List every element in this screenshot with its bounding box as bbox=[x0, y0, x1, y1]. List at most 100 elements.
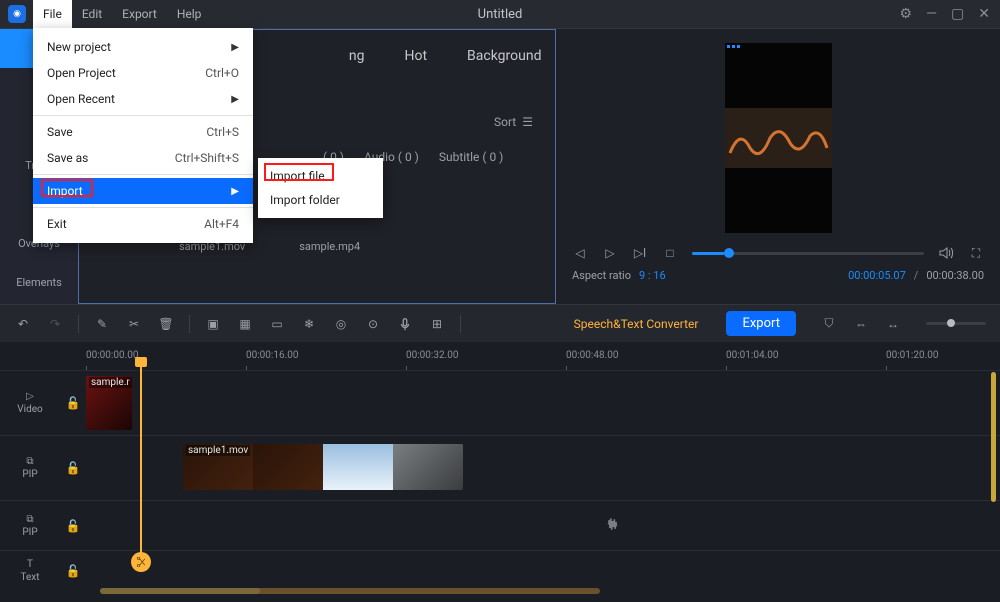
aspect-row: Aspect ratio 9 : 16 00:00:05.07 / 00:00:… bbox=[556, 267, 1000, 284]
shortcut: Ctrl+S bbox=[206, 125, 239, 139]
fit-icon[interactable]: ↔ bbox=[884, 315, 902, 333]
track-content[interactable]: sample1.mov bbox=[86, 436, 1000, 500]
clip-label: sample.r bbox=[89, 377, 132, 388]
redo-icon[interactable]: ↷ bbox=[46, 315, 64, 333]
clip-pip[interactable]: sample1.mov bbox=[183, 444, 463, 490]
track-pip1: ⧉ PIP 🔓 sample1.mov bbox=[0, 435, 1000, 500]
settings-icon[interactable]: ⚙ bbox=[900, 6, 913, 22]
next-frame-icon[interactable]: ▷l bbox=[632, 245, 648, 261]
list-icon: ☰ bbox=[522, 115, 533, 129]
fullscreen-icon[interactable]: ⛶ bbox=[968, 245, 984, 261]
cut-scissors-icon[interactable]: ✂ bbox=[125, 315, 143, 333]
menu-help[interactable]: Help bbox=[167, 0, 212, 28]
separator bbox=[460, 315, 461, 333]
maximize-icon[interactable]: ▢ bbox=[951, 6, 964, 22]
separator bbox=[33, 207, 253, 208]
ruler-tick: 00:00:32.00 bbox=[406, 350, 458, 361]
track-video-label: ▷ Video bbox=[0, 391, 60, 415]
zoom-slider[interactable] bbox=[926, 322, 986, 325]
submenu-import-folder[interactable]: Import folder bbox=[258, 188, 383, 212]
time-ruler[interactable]: 00:00:00.00 00:00:16.00 00:00:32.00 00:0… bbox=[86, 342, 1000, 370]
menu-save-as[interactable]: Save as Ctrl+Shift+S bbox=[33, 145, 253, 171]
timeline-h-scrollbar[interactable] bbox=[100, 588, 600, 594]
mosaic-icon[interactable]: ▦ bbox=[236, 315, 254, 333]
prev-frame-icon[interactable]: ◁ bbox=[572, 245, 588, 261]
menu-export[interactable]: Export bbox=[112, 0, 167, 28]
play-icon[interactable]: ▷ bbox=[602, 245, 618, 261]
menu-import[interactable]: Import▶ bbox=[33, 178, 253, 204]
undo-icon[interactable]: ↶ bbox=[14, 315, 32, 333]
separator bbox=[78, 315, 79, 333]
play-controls: ◁ ▷ ▷l □ ⛶ bbox=[556, 233, 1000, 267]
ruler-tick: 00:00:00.00 bbox=[86, 350, 138, 361]
menu-edit[interactable]: Edit bbox=[72, 0, 112, 28]
close-icon[interactable]: ✕ bbox=[978, 6, 990, 22]
ruler-tick: 00:01:20.00 bbox=[886, 350, 938, 361]
zoom-icon[interactable]: ⊞ bbox=[428, 315, 446, 333]
split-icon[interactable]: ▭ bbox=[268, 315, 286, 333]
track-pip2-label: ⧉ PIP bbox=[0, 514, 60, 538]
file-dropdown: New project▶ Open ProjectCtrl+O Open Rec… bbox=[33, 28, 253, 243]
media-file-sample[interactable]: sample.mp4 bbox=[299, 240, 360, 253]
menu-file[interactable]: File bbox=[33, 0, 72, 28]
submenu-import-file[interactable]: Import file bbox=[258, 164, 383, 188]
menu-new-project[interactable]: New project▶ bbox=[33, 34, 253, 60]
edit-toolbar: ↶ ↷ ✎ ✂ 🗑 ▣ ▦ ▭ ❄︎ ◎ ⊙ ⊞ Speech&Text Con… bbox=[0, 304, 1000, 342]
document-title: Untitled bbox=[478, 7, 523, 22]
menu-save-as-label: Save as bbox=[47, 151, 88, 165]
freeze-icon[interactable]: ❄︎ bbox=[300, 315, 318, 333]
snapshot-icon[interactable]: ◎ bbox=[332, 315, 350, 333]
ruler-tick: 00:00:48.00 bbox=[566, 350, 618, 361]
window-controls: ⚙ — ▢ ✕ bbox=[900, 6, 1000, 22]
menubar: File Edit Export Help bbox=[33, 0, 211, 28]
speed-icon[interactable]: ⊙ bbox=[364, 315, 382, 333]
shield-icon[interactable]: ⛉ bbox=[820, 315, 838, 333]
preview-canvas[interactable] bbox=[725, 43, 832, 233]
track-pip2: ⧉ PIP 🔓 bbox=[0, 500, 1000, 550]
playhead-scissor-icon[interactable] bbox=[131, 552, 151, 572]
stop-icon[interactable]: □ bbox=[662, 245, 678, 261]
speech-text-converter[interactable]: Speech&Text Converter bbox=[574, 317, 699, 331]
link-icon[interactable]: ⇔ bbox=[852, 315, 870, 333]
crop-icon[interactable]: ▣ bbox=[204, 315, 222, 333]
menu-open-recent[interactable]: Open Recent▶ bbox=[33, 86, 253, 112]
clip-label: sample1.mov bbox=[186, 445, 250, 456]
track-content[interactable]: sample.r bbox=[86, 371, 1000, 435]
sidetab-elements[interactable]: Elements bbox=[0, 263, 78, 302]
lock-icon[interactable]: 🔓 bbox=[60, 564, 86, 578]
preview-panel: ◁ ▷ ▷l □ ⛶ Aspect ratio 9 : 16 00:00:05.… bbox=[556, 29, 1000, 304]
track-name: PIP bbox=[22, 469, 37, 480]
timeline-v-scrollbar[interactable] bbox=[991, 372, 996, 572]
clip-video[interactable]: sample.r bbox=[86, 376, 132, 430]
menu-open-project[interactable]: Open ProjectCtrl+O bbox=[33, 60, 253, 86]
track-content[interactable] bbox=[86, 551, 1000, 590]
menu-open-project-label: Open Project bbox=[47, 66, 116, 80]
media-tab-background[interactable]: Background bbox=[467, 48, 541, 64]
menu-save[interactable]: SaveCtrl+S bbox=[33, 119, 253, 145]
titlebar: ◉ File Edit Export Help Untitled ⚙ — ▢ ✕ bbox=[0, 0, 1000, 28]
aspect-value[interactable]: 9 : 16 bbox=[639, 269, 666, 282]
menu-exit[interactable]: ExitAlt+F4 bbox=[33, 211, 253, 237]
shortcut: Ctrl+Shift+S bbox=[175, 151, 239, 165]
highlight-box bbox=[41, 179, 93, 197]
media-tab-hot[interactable]: Hot bbox=[404, 48, 427, 64]
preview-progress[interactable] bbox=[692, 252, 924, 255]
edit-pencil-icon[interactable]: ✎ bbox=[93, 315, 111, 333]
pip-track-icon: ⧉ bbox=[26, 514, 33, 525]
separator bbox=[33, 115, 253, 116]
lock-icon[interactable]: 🔓 bbox=[60, 396, 86, 410]
lock-icon[interactable]: 🔓 bbox=[60, 461, 86, 475]
time-sep: / bbox=[914, 269, 919, 282]
media-tab-ng[interactable]: ng bbox=[349, 48, 365, 64]
export-button[interactable]: Export bbox=[726, 311, 796, 336]
delete-trash-icon[interactable]: 🗑 bbox=[157, 315, 175, 333]
lock-icon[interactable]: 🔓 bbox=[60, 519, 86, 533]
playhead[interactable] bbox=[140, 360, 142, 570]
app-logo-icon: ◉ bbox=[8, 5, 26, 23]
time-current: 00:00:05.07 bbox=[848, 269, 906, 282]
volume-icon[interactable] bbox=[938, 245, 954, 261]
track-content[interactable] bbox=[86, 501, 1000, 550]
sort-control[interactable]: Sort ☰ bbox=[494, 115, 533, 129]
voice-icon[interactable] bbox=[396, 315, 414, 333]
minimize-icon[interactable]: — bbox=[926, 6, 937, 22]
